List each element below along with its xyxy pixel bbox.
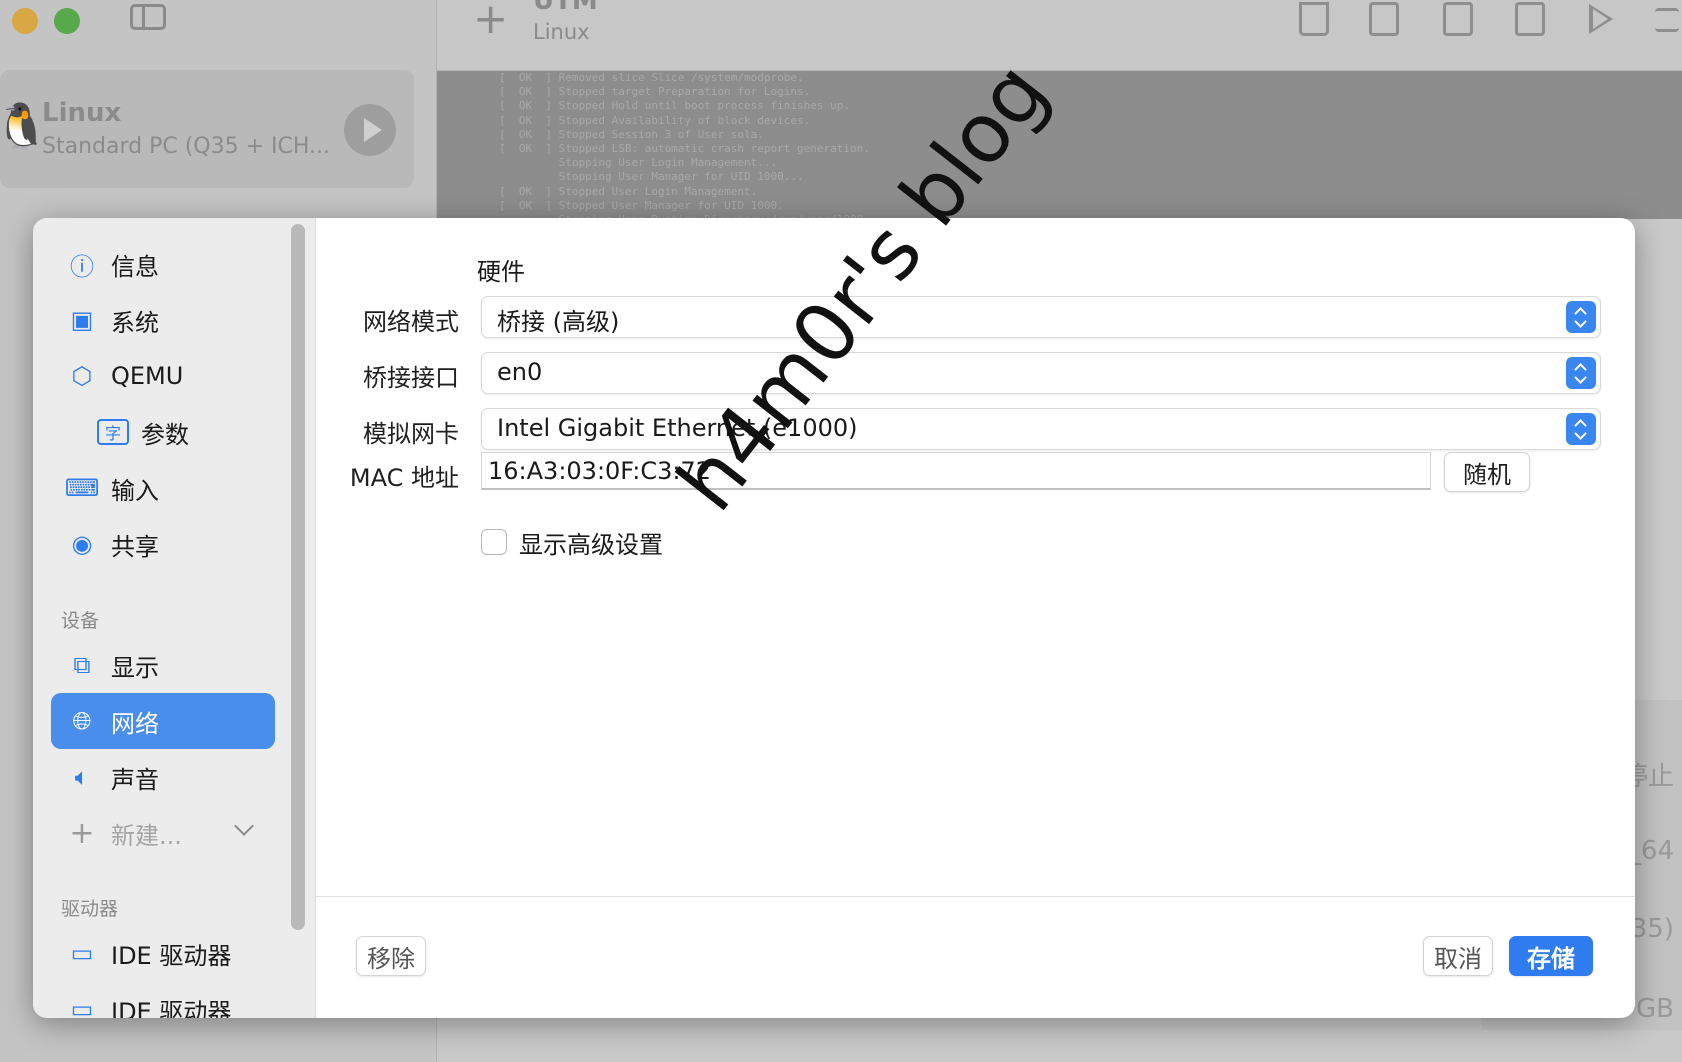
- vm-console-preview: [ OK ] Removed slice Slice /system/modpr…: [437, 71, 1682, 219]
- cancel-button[interactable]: 取消: [1423, 936, 1493, 976]
- minimize-window-button[interactable]: [12, 8, 38, 34]
- drives-section-title: 驱动器: [61, 898, 119, 920]
- vm-settings-sheet: ⓘ 信息 ▣ 系统 ⬡ QEMU 字 参数 ⌨ 输入 ◉ 共享 设备 ⧉ 显示: [33, 218, 1635, 1018]
- chevron-down-icon: [234, 816, 254, 836]
- bridged-interface-value: en0: [497, 358, 543, 386]
- cpu-icon: ▣: [70, 306, 94, 334]
- add-vm-icon[interactable]: +: [473, 0, 508, 43]
- chevron-up-down-icon: [1566, 301, 1596, 333]
- console-line: [ OK ] Stopped User Login Management.: [499, 184, 758, 198]
- vm-description: Standard PC (Q35 + ICH...: [42, 134, 330, 159]
- random-mac-button[interactable]: 随机: [1444, 452, 1530, 492]
- sidebar-item-display[interactable]: ⧉ 显示: [51, 637, 289, 693]
- sidebar-item-system[interactable]: ▣ 系统: [51, 292, 289, 348]
- mac-address-input[interactable]: [481, 452, 1431, 490]
- trash-icon[interactable]: [1299, 2, 1329, 36]
- info-icon: ⓘ: [70, 252, 94, 281]
- vm-name: Linux: [42, 98, 122, 128]
- save-button[interactable]: 存储: [1509, 936, 1593, 976]
- bridged-interface-label: 桥接接口: [363, 364, 459, 392]
- sidebar-item-network[interactable]: 🌐︎ 网络: [51, 693, 275, 749]
- background-toolbar: + UTM Linux: [437, 0, 1682, 71]
- sidebar-item-input[interactable]: ⌨ 输入: [51, 460, 289, 516]
- settings-sliders-icon[interactable]: [1655, 8, 1679, 32]
- sidebar-item-label: 输入: [111, 476, 159, 505]
- console-line: [ OK ] Stopped target Preparation for Lo…: [499, 85, 811, 99]
- sidebar-item-label: IDE 驱动器: [111, 941, 232, 970]
- sidebar-item-sound[interactable]: 🔈︎ 声音: [51, 749, 289, 805]
- info-text: 35): [1630, 914, 1674, 944]
- zoom-window-button[interactable]: [54, 8, 80, 34]
- vm-list-item[interactable]: 🐧 Linux Standard PC (Q35 + ICH...: [0, 70, 414, 188]
- console-line: [ OK ] Removed slice Slice /system/modpr…: [499, 71, 804, 84]
- console-line: Stopping User Login Management...: [499, 156, 778, 170]
- sidebar-item-label: 声音: [111, 765, 159, 794]
- run-icon[interactable]: [1589, 4, 1613, 34]
- window-subtitle: Linux: [533, 20, 590, 44]
- sidebar-item-label: 系统: [111, 308, 159, 337]
- new-device-menu[interactable]: + 新建...: [51, 805, 289, 861]
- display-icon: ⧉: [73, 651, 91, 679]
- console-line: [ OK ] Stopped Availability of block dev…: [499, 113, 811, 127]
- network-settings-form: 硬件 网络模式 桥接 (高级) 桥接接口 en0 模拟网卡 Intel Giga…: [316, 218, 1635, 896]
- emulated-card-value: Intel Gigabit Ethernet (e1000): [497, 414, 858, 442]
- sidebar-item-label: 网络: [111, 709, 159, 738]
- sidebar-item-qemu[interactable]: ⬡ QEMU: [51, 348, 289, 404]
- speaker-icon: 🔈︎: [74, 763, 90, 791]
- person-circle-icon: ◉: [71, 530, 93, 558]
- mac-address-label: MAC 地址: [349, 464, 459, 492]
- console-line: [ OK ] Stopped User Manager for UID 1000…: [499, 198, 784, 212]
- network-mode-value: 桥接 (高级): [497, 308, 620, 336]
- share-icon[interactable]: [1515, 2, 1545, 36]
- console-line: Stopping User Manager for UID 1000...: [499, 170, 804, 184]
- sidebar-item-label: 信息: [111, 252, 159, 281]
- console-line: [ OK ] Stopped Session 3 of User sola.: [499, 127, 764, 141]
- info-text: GB: [1636, 994, 1674, 1024]
- globe-icon: 🌐︎: [72, 707, 92, 735]
- console-line: [ OK ] Stopped LSB: automatic crash repo…: [499, 142, 870, 156]
- window-title: UTM: [533, 0, 598, 16]
- emulated-card-label: 模拟网卡: [363, 420, 459, 448]
- footer-divider: [316, 896, 1635, 897]
- clone-icon[interactable]: [1369, 2, 1399, 36]
- sidebar-item-label: 参数: [141, 420, 189, 449]
- remove-device-button[interactable]: 移除: [356, 936, 426, 976]
- sidebar-item-label: IDE 驱动器: [111, 997, 232, 1019]
- sidebar-toggle-icon[interactable]: [130, 4, 166, 30]
- chevron-up-down-icon: [1566, 413, 1596, 445]
- emulated-card-select[interactable]: Intel Gigabit Ethernet (e1000): [481, 408, 1601, 450]
- show-advanced-checkbox[interactable]: [481, 529, 507, 555]
- bridged-interface-select[interactable]: en0: [481, 352, 1601, 394]
- settings-sidebar: ⓘ 信息 ▣ 系统 ⬡ QEMU 字 参数 ⌨ 输入 ◉ 共享 设备 ⧉ 显示: [33, 218, 316, 1018]
- keyboard-icon: ⌨: [64, 474, 100, 502]
- drive-icon: ▭: [70, 995, 94, 1018]
- network-mode-select[interactable]: 桥接 (高级): [481, 296, 1601, 338]
- sidebar-item-drive[interactable]: ▭ IDE 驱动器: [51, 981, 289, 1018]
- sidebar-item-label: 共享: [111, 532, 159, 561]
- new-device-label: 新建...: [111, 821, 182, 850]
- chevron-up-down-icon: [1566, 357, 1596, 389]
- download-icon[interactable]: [1443, 2, 1473, 36]
- cube-icon: ⬡: [71, 362, 93, 390]
- sidebar-item-drive[interactable]: ▭ IDE 驱动器: [51, 925, 289, 981]
- plus-icon: +: [69, 815, 95, 851]
- sidebar-item-label: 显示: [111, 653, 159, 682]
- devices-section-title: 设备: [61, 610, 100, 632]
- sidebar-item-info[interactable]: ⓘ 信息: [51, 236, 289, 292]
- drive-icon: ▭: [70, 939, 94, 967]
- sidebar-item-label: QEMU: [111, 362, 184, 390]
- show-advanced-label: 显示高级设置: [519, 531, 663, 559]
- text-field-icon: 字: [97, 419, 129, 445]
- vm-play-button[interactable]: [344, 104, 396, 156]
- console-line: [ OK ] Stopped Hold until boot process f…: [499, 99, 850, 113]
- sidebar-item-sharing[interactable]: ◉ 共享: [51, 516, 289, 572]
- hardware-section-heading: 硬件: [477, 258, 525, 286]
- network-mode-label: 网络模式: [363, 308, 459, 336]
